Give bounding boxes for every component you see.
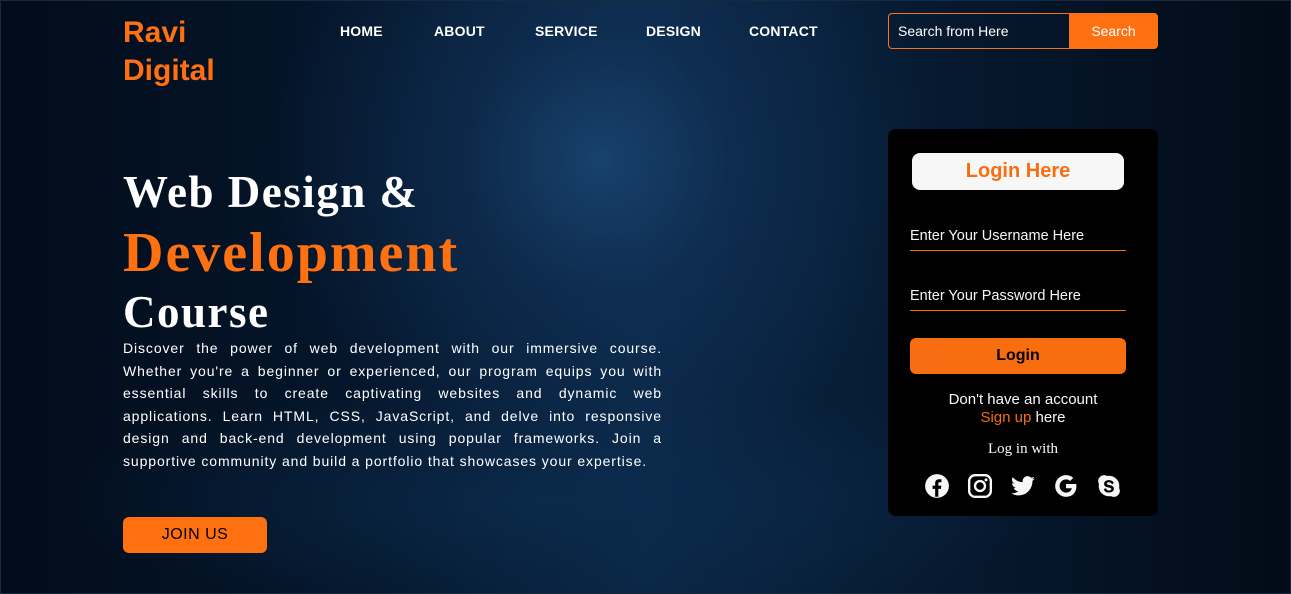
instagram-icon[interactable] xyxy=(967,473,993,499)
hero-title-line-3: Course xyxy=(123,287,270,337)
nav-item-home[interactable]: HOME xyxy=(340,23,383,39)
signup-suffix: here xyxy=(1031,409,1066,426)
login-button[interactable]: Login xyxy=(910,338,1126,374)
google-icon[interactable] xyxy=(1053,473,1079,499)
hero-description: Discover the power of web development wi… xyxy=(123,340,662,469)
login-title: Login Here xyxy=(912,153,1124,190)
brand-logo[interactable]: Ravi Digital xyxy=(123,14,215,90)
facebook-icon[interactable] xyxy=(924,473,950,499)
nav-item-service[interactable]: SERVICE xyxy=(535,23,598,39)
hero-title-line-1: Web Design & xyxy=(123,167,419,217)
search-button[interactable]: Search xyxy=(1069,13,1158,49)
nav-item-about[interactable]: ABOUT xyxy=(434,23,485,39)
skype-icon[interactable] xyxy=(1096,473,1122,499)
search-input[interactable] xyxy=(888,13,1069,49)
nav-item-contact[interactable]: CONTACT xyxy=(749,23,818,39)
signup-line: Sign up here xyxy=(888,409,1158,427)
brand-line-2: Digital xyxy=(123,54,215,87)
no-account-text: Don't have an account xyxy=(948,391,1098,408)
search-bar: Search xyxy=(888,13,1158,49)
password-field[interactable] xyxy=(910,281,1126,311)
join-us-button[interactable]: JOIN US xyxy=(123,517,267,553)
login-with-label: Log in with xyxy=(988,441,1058,457)
signup-prompt: Don't have an account Sign up here xyxy=(888,391,1158,427)
nav-item-design[interactable]: DESIGN xyxy=(646,23,701,39)
hero-title-line-2: Development xyxy=(123,222,460,284)
twitter-icon[interactable] xyxy=(1010,473,1036,499)
login-card: Login Here Login Don't have an account S… xyxy=(888,129,1158,516)
username-field[interactable] xyxy=(910,221,1126,251)
social-login-icons xyxy=(924,473,1124,499)
signup-link[interactable]: Sign up xyxy=(980,409,1031,426)
brand-line-1: Ravi xyxy=(123,16,187,49)
